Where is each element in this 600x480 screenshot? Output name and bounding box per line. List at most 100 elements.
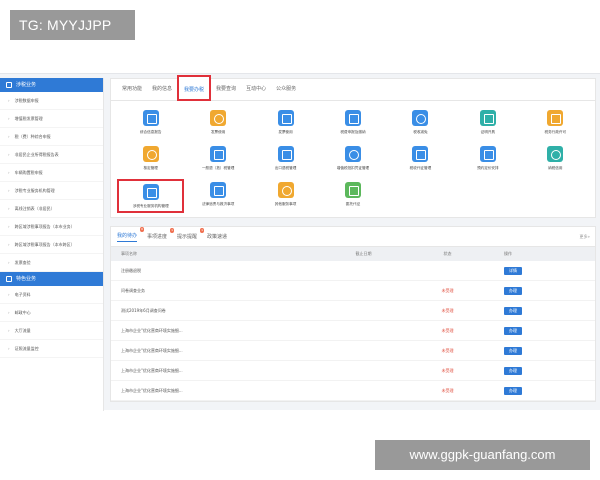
col-status: 状态 <box>443 251 452 256</box>
col-name: 事项名称 <box>121 251 137 256</box>
sidebar-item[interactable]: › 非居民企业所得税报告表 <box>0 146 103 164</box>
chevron-right-icon: › <box>8 292 10 297</box>
service-tile[interactable]: 核定管理 <box>117 143 184 177</box>
tab-0[interactable]: 常用功能 <box>117 78 147 100</box>
row-action-button[interactable]: 办理 <box>504 386 522 395</box>
service-tile[interactable]: 税收代征管理 <box>387 143 454 177</box>
service-tile-label: 一般退（抵）税管理 <box>201 166 235 170</box>
chevron-right-icon: › <box>8 260 10 265</box>
row-action-cell: 办理 <box>479 286 559 295</box>
service-tile[interactable]: 其他服务事项 <box>252 179 319 213</box>
todo-tab-2[interactable]: 提示提醒 1 <box>177 228 205 240</box>
sidebar-item-label: 车辆购置税申报 <box>14 170 43 175</box>
service-tile[interactable]: 预约定价安排 <box>454 143 521 177</box>
table-row: 测试2019年6月调查问卷 未受理 办理 <box>111 301 595 321</box>
service-tile[interactable]: 增值税抵扣凭证管理 <box>319 143 386 177</box>
service-tile[interactable]: 出口退税管理 <box>252 143 319 177</box>
service-tile[interactable]: 发票使用 <box>252 107 319 141</box>
sidebar-item[interactable]: › 邮政中心 <box>0 304 103 322</box>
more-link[interactable]: 更多» <box>580 234 590 240</box>
sidebar-item[interactable]: › 离线注销表（非居民） <box>0 200 103 218</box>
chevron-right-icon: › <box>8 170 10 175</box>
sidebar-section-tax[interactable]: 涉税业务 <box>0 78 103 92</box>
sidebar-item[interactable]: › 车辆购置税申报 <box>0 164 103 182</box>
sidebar-item-label: 税（费）种综合申报 <box>14 134 51 139</box>
chevron-right-icon: › <box>8 328 10 333</box>
row-status: 未受理 <box>441 367 454 373</box>
watermark-bottom: www.ggpk-guanfang.com <box>375 440 590 470</box>
service-tile[interactable]: 税费申报及缴纳 <box>319 107 386 141</box>
row-name: 问卷调查业务 <box>121 287 145 293</box>
service-tile[interactable]: 法律追责与救济事项 <box>184 179 251 213</box>
row-action-button[interactable]: 办理 <box>504 306 522 315</box>
sidebar-item[interactable]: › 涉税专业服务机构管理 <box>0 182 103 200</box>
service-icon <box>210 182 227 198</box>
row-name: 上海市企业"优化营商环境实施细... <box>121 387 183 393</box>
sidebar-item-label: 邮政中心 <box>14 310 31 315</box>
row-action-button[interactable]: 办理 <box>504 326 522 335</box>
row-action-button[interactable]: 办理 <box>504 366 522 375</box>
sidebar-item[interactable]: › 涉税数据申报 <box>0 92 103 110</box>
service-tile[interactable]: 税务行政许可 <box>522 107 589 141</box>
row-action-button[interactable]: 办理 <box>504 286 522 295</box>
service-tile[interactable]: 税收减免 <box>387 107 454 141</box>
tab-3[interactable]: 我要查询 <box>211 78 241 100</box>
sidebar-item[interactable]: › 税（费）种综合申报 <box>0 128 103 146</box>
service-tile-label: 委托代征 <box>345 202 361 206</box>
service-tile-label: 核定管理 <box>143 166 158 170</box>
chevron-right-icon: › <box>8 152 10 157</box>
sidebar-section-special[interactable]: 特色业务 <box>0 272 103 286</box>
sidebar-item-label: 非居民企业所得税报告表 <box>14 152 59 157</box>
sidebar-item-label: 涉税专业服务机构管理 <box>14 188 55 193</box>
service-tile-label: 预约定价安排 <box>477 166 499 170</box>
service-tile[interactable]: 一般退（抵）税管理 <box>184 143 251 177</box>
tab-4[interactable]: 互动中心 <box>241 78 271 100</box>
row-action-button[interactable]: 详情 <box>504 266 522 275</box>
service-icon <box>142 146 159 162</box>
sidebar-item[interactable]: › 证照流量监控 <box>0 340 103 358</box>
service-tile-label: 发票使用 <box>278 130 293 134</box>
service-tile[interactable]: 涉税专业服务机构管理 <box>117 179 185 213</box>
tab-2[interactable]: 我要办税 <box>177 75 212 101</box>
row-action-button[interactable]: 办理 <box>504 346 522 355</box>
service-icon <box>210 110 227 126</box>
sidebar-item[interactable]: › 发票查验 <box>0 254 103 272</box>
service-tile-label: 税务行政许可 <box>544 130 567 134</box>
sidebar-item[interactable]: › 跨区域涉税事项报告（本市跨区） <box>0 236 103 254</box>
service-tile[interactable]: 发票使用 <box>184 107 251 141</box>
table-header: 事项名称 截止日期 状态 操作 <box>111 247 595 261</box>
table-row: 上海市企业"优化营商环境实施细... 未受理 办理 <box>111 381 595 401</box>
todo-tab-1[interactable]: 事项进度 1 <box>147 228 175 240</box>
sidebar-item-label: 离线注销表（非居民） <box>14 206 55 211</box>
sidebar-item[interactable]: › 增值税发票管理 <box>0 110 103 128</box>
sidebar-item[interactable]: › 电子资料 <box>0 286 103 304</box>
todo-tab-label: 提示提醒 <box>177 234 198 240</box>
table-row: 上海市企业"优化营商环境实施细... 未受理 办理 <box>111 341 595 361</box>
service-tile[interactable]: 综合信息报告 <box>117 107 184 141</box>
count-badge: 1 <box>200 228 205 233</box>
sidebar-item-label: 证照流量监控 <box>14 346 39 351</box>
service-tile[interactable]: 委托代征 <box>319 179 386 213</box>
sidebar-item-label: 涉税数据申报 <box>14 98 39 103</box>
tab-1[interactable]: 我的信息 <box>147 78 177 100</box>
table-row: 注册缴退税 详情 <box>111 261 595 281</box>
sidebar-item[interactable]: › 跨区域涉税事项报告（本市业务） <box>0 218 103 236</box>
service-icon <box>142 184 159 200</box>
service-icon <box>479 146 496 162</box>
service-tile-label: 法律追责与救济事项 <box>201 202 235 206</box>
row-name: 上海市企业"优化营商环境实施细... <box>121 367 183 373</box>
service-tile-label: 出口退税管理 <box>274 166 297 170</box>
tab-5[interactable]: 公众服务 <box>271 78 301 100</box>
service-tile[interactable]: 纳税信用 <box>522 143 589 177</box>
service-tile-label: 证明开具 <box>480 130 496 134</box>
service-tile-label: 税费申报及缴纳 <box>340 130 366 134</box>
service-tile-label: 综合信息报告 <box>139 130 162 134</box>
service-tile-label: 增值税抵扣凭证管理 <box>336 166 370 170</box>
service-tile-label: 税收减免 <box>413 130 428 134</box>
service-icon <box>142 110 159 126</box>
service-tile[interactable]: 证明开具 <box>454 107 521 141</box>
chevron-right-icon: › <box>8 224 10 229</box>
sidebar-item[interactable]: › 大厅流量 <box>0 322 103 340</box>
todo-tab-0[interactable]: 我的待办 6 <box>117 226 145 242</box>
todo-tab-3[interactable]: 政策速递 <box>207 233 227 240</box>
